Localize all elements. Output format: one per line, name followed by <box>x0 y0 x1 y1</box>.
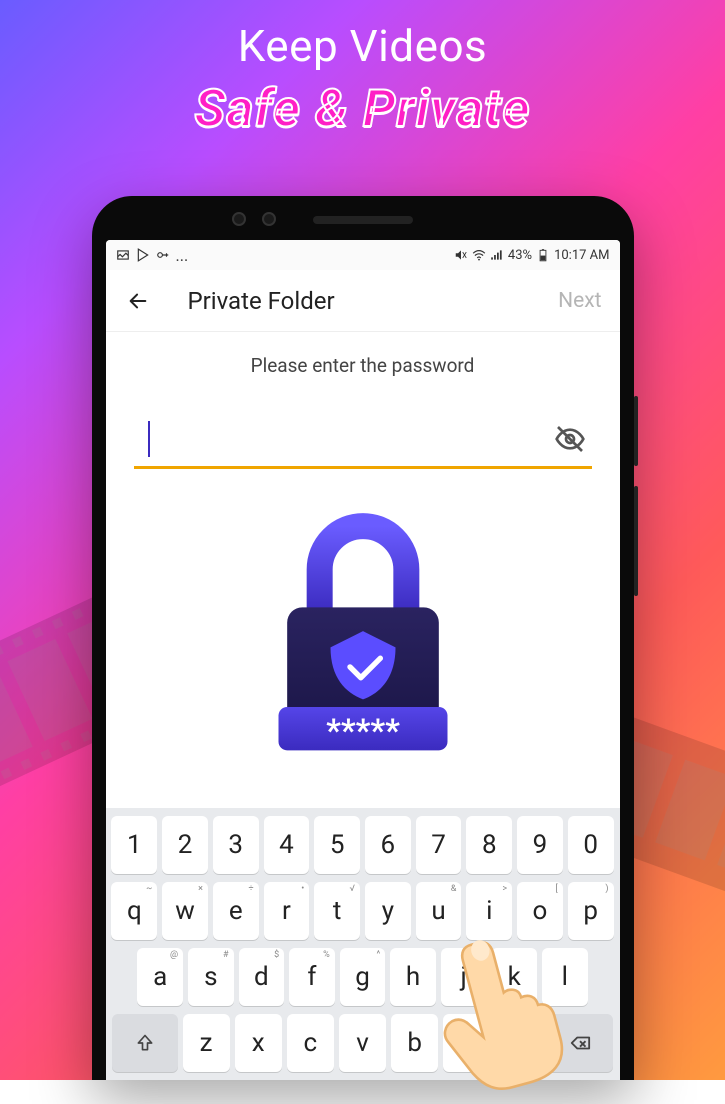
key-c[interactable]: c <box>287 1014 334 1072</box>
key-3[interactable]: 3 <box>213 816 259 874</box>
key-g[interactable]: g^ <box>340 948 386 1006</box>
password-prompt: Please enter the password <box>251 354 475 377</box>
key-backspace[interactable] <box>547 1014 613 1072</box>
key-hint: ~ <box>146 884 152 894</box>
page-title: Private Folder <box>188 287 559 315</box>
phone-screen: ... 43% 10:17 AM Private Folder Next Ple… <box>106 240 620 1080</box>
key-hint: > <box>502 884 507 894</box>
key-h[interactable]: h <box>390 948 436 1006</box>
status-time: 10:17 AM <box>554 248 609 263</box>
text-cursor <box>148 421 150 457</box>
promo-headline: Keep Videos Safe & Private <box>0 20 725 139</box>
key-hint: ) <box>605 884 608 894</box>
key-m[interactable]: m <box>495 1014 542 1072</box>
status-more-icon: ... <box>176 246 189 265</box>
key-p[interactable]: p) <box>568 882 614 940</box>
key-hint: @ <box>170 950 178 960</box>
phone-camera-icon <box>232 212 246 226</box>
key-r[interactable]: r• <box>264 882 310 940</box>
battery-percentage: 43% <box>508 248 532 263</box>
key-v[interactable]: v <box>339 1014 386 1072</box>
key-shift[interactable] <box>112 1014 178 1072</box>
key-u[interactable]: u& <box>416 882 462 940</box>
app-bar: Private Folder Next <box>106 270 620 332</box>
key-hint: ÷ <box>248 884 253 894</box>
key-hint: % <box>323 950 330 960</box>
main-content: Please enter the password <box>106 332 620 808</box>
key-q[interactable]: q~ <box>111 882 157 940</box>
key-e[interactable]: e÷ <box>213 882 259 940</box>
key-i[interactable]: i> <box>466 882 512 940</box>
password-field-wrap <box>134 413 592 469</box>
key-s[interactable]: s# <box>188 948 234 1006</box>
key-n[interactable]: n <box>443 1014 490 1072</box>
next-button[interactable]: Next <box>558 289 601 313</box>
key-j[interactable]: j <box>441 948 487 1006</box>
key-w[interactable]: w× <box>162 882 208 940</box>
promo-line1: Keep Videos <box>0 20 725 72</box>
key-hint: [ <box>555 884 557 894</box>
lock-mask-text: ***** <box>326 712 400 750</box>
image-icon <box>116 248 130 262</box>
password-input[interactable] <box>134 413 592 469</box>
visibility-toggle-button[interactable] <box>554 423 586 455</box>
key-f[interactable]: f% <box>289 948 335 1006</box>
play-store-icon <box>136 248 150 262</box>
key-z[interactable]: z <box>183 1014 230 1072</box>
key-hint: $ <box>274 950 279 960</box>
phone-camera-icon <box>262 212 276 226</box>
key-9[interactable]: 9 <box>517 816 563 874</box>
phone-side-button <box>634 396 638 466</box>
key-7[interactable]: 7 <box>416 816 462 874</box>
phone-frame: ... 43% 10:17 AM Private Folder Next Ple… <box>92 196 634 1080</box>
lock-illustration: ***** <box>253 499 473 759</box>
phone-side-button <box>634 486 638 596</box>
key-2[interactable]: 2 <box>162 816 208 874</box>
backspace-icon <box>569 1032 591 1054</box>
lock-icon: ***** <box>253 499 473 759</box>
key-6[interactable]: 6 <box>365 816 411 874</box>
key-d[interactable]: d$ <box>239 948 285 1006</box>
key-hint: × <box>198 884 203 894</box>
shift-icon <box>135 1033 155 1053</box>
back-button[interactable] <box>124 287 152 315</box>
key-t[interactable]: t√ <box>314 882 360 940</box>
battery-icon <box>536 248 550 262</box>
arrow-left-icon <box>127 290 149 312</box>
status-bar: ... 43% 10:17 AM <box>106 240 620 270</box>
promo-line2: Safe & Private <box>0 78 725 139</box>
key-hint: • <box>301 884 304 894</box>
signal-icon <box>490 248 504 262</box>
key-o[interactable]: o[ <box>517 882 563 940</box>
key-hint: √ <box>350 884 355 894</box>
key-4[interactable]: 4 <box>264 816 310 874</box>
key-a[interactable]: a@ <box>137 948 183 1006</box>
key-0[interactable]: 0 <box>568 816 614 874</box>
key-b[interactable]: b <box>391 1014 438 1072</box>
key-k[interactable]: k <box>491 948 537 1006</box>
on-screen-keyboard: 1234567890 q~w×e÷r•t√yu&i>o[p) a@s#d$f%g… <box>106 808 620 1080</box>
key-y[interactable]: y <box>365 882 411 940</box>
eye-off-icon <box>554 423 586 455</box>
key-x[interactable]: x <box>235 1014 282 1072</box>
key-5[interactable]: 5 <box>314 816 360 874</box>
key-hint: ^ <box>377 950 381 960</box>
key-hint: # <box>223 950 229 960</box>
key-hint: & <box>451 884 457 894</box>
wifi-icon <box>472 248 486 262</box>
key-l[interactable]: l <box>542 948 588 1006</box>
mute-icon <box>454 248 468 262</box>
key-1[interactable]: 1 <box>111 816 157 874</box>
key-8[interactable]: 8 <box>466 816 512 874</box>
key-icon <box>156 248 170 262</box>
